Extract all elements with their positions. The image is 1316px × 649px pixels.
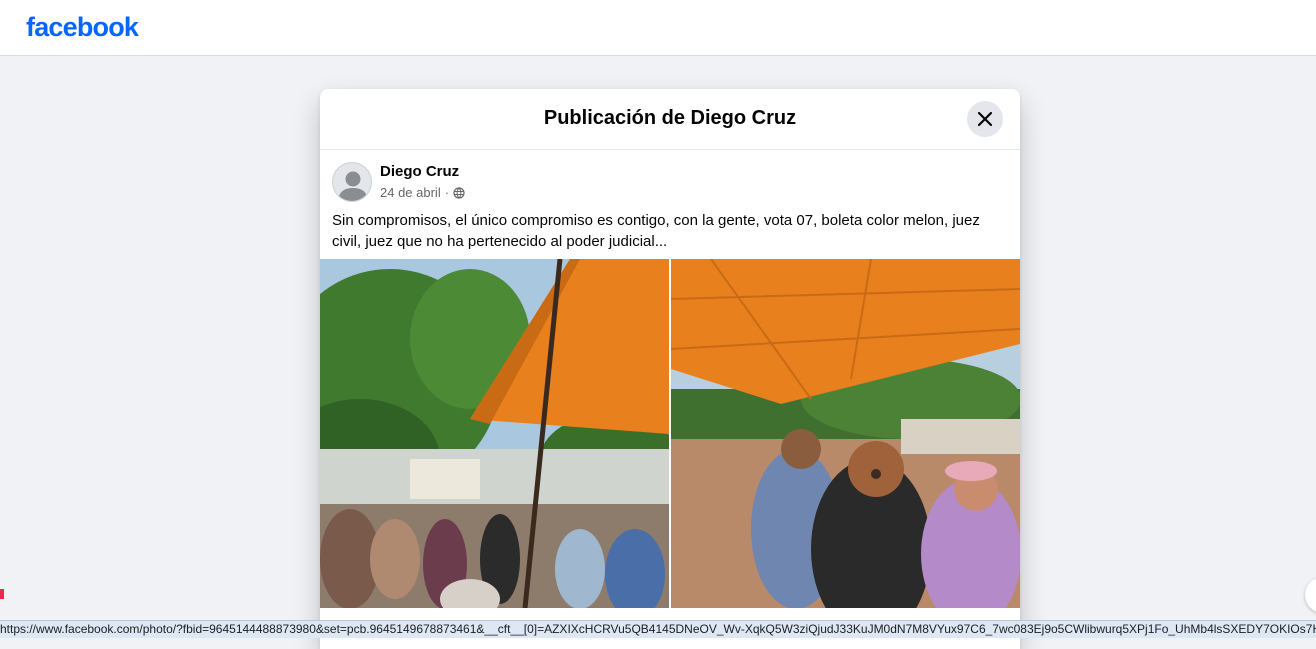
photo-grid	[320, 259, 1020, 608]
post-text: Sin compromisos, el único compromiso es …	[332, 212, 980, 250]
browser-status-bar: https://www.facebook.com/photo/?fbid=964…	[0, 620, 1316, 638]
photo-right[interactable]	[671, 259, 1020, 608]
scroll-button[interactable]	[1305, 577, 1316, 613]
close-icon	[977, 111, 993, 127]
top-navigation-bar: facebook	[0, 0, 1316, 56]
post-dialog: Publicación de Diego Cruz Diego Cruz 24 …	[320, 89, 1020, 649]
dialog-header: Publicación de Diego Cruz	[320, 89, 1020, 150]
post-date[interactable]: 24 de abril	[380, 185, 441, 200]
dialog-title: Publicación de Diego Cruz	[543, 107, 797, 129]
globe-icon	[453, 186, 465, 199]
avatar[interactable]	[332, 162, 372, 202]
red-marker	[0, 589, 4, 599]
post-header: Diego Cruz 24 de abril ·	[320, 150, 1020, 208]
close-button[interactable]	[967, 101, 1003, 137]
post-meta: 24 de abril ·	[380, 185, 465, 200]
status-url: https://www.facebook.com/photo/?fbid=964…	[0, 622, 1316, 636]
facebook-logo[interactable]: facebook	[26, 12, 139, 43]
post-author[interactable]: Diego Cruz	[380, 163, 459, 180]
meta-separator: ·	[444, 185, 450, 200]
photo-left[interactable]	[320, 259, 669, 608]
